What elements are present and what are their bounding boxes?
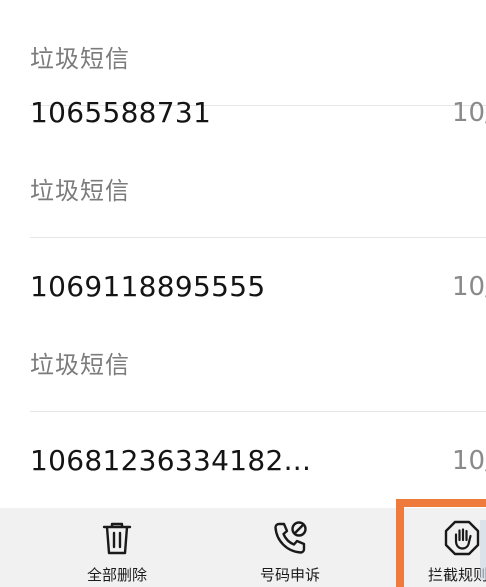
block-rules-label: 拦截规则: [428, 566, 486, 584]
trash-icon: [102, 522, 132, 555]
number-appeal-label: 号码申诉: [259, 566, 320, 584]
message-category: 垃圾短信: [30, 351, 130, 379]
message-date: 10/: [452, 98, 486, 128]
bottom-toolbar: 全部删除 号码申诉 拦截规则: [0, 508, 486, 587]
list-item[interactable]: 1065588731 10/ 垃圾短信: [0, 64, 486, 238]
list-item[interactable]: 10681236334182... 10/: [0, 412, 486, 508]
delete-all-button[interactable]: 全部删除: [52, 508, 182, 587]
scrollbar[interactable]: [480, 520, 486, 580]
hand-stop-icon: [444, 520, 480, 556]
phone-blocked-icon: [274, 521, 307, 554]
blocked-message-list: 垃圾短信 1065588731 10/ 垃圾短信 1069118895555 1…: [0, 0, 486, 508]
message-date: 10/: [452, 272, 486, 302]
sender-number: 10681236334182...: [30, 444, 312, 477]
blocked-messages-screen: 垃圾短信 1065588731 10/ 垃圾短信 1069118895555 1…: [0, 0, 486, 587]
list-item[interactable]: 1069118895555 10/ 垃圾短信: [0, 238, 486, 412]
sender-number: 1065588731: [30, 96, 212, 129]
number-appeal-button[interactable]: 号码申诉: [225, 508, 355, 587]
block-rules-button[interactable]: 拦截规则: [398, 508, 486, 587]
message-category: 垃圾短信: [30, 177, 130, 205]
message-date: 10/: [452, 446, 486, 476]
delete-all-label: 全部删除: [86, 566, 147, 584]
sender-number: 1069118895555: [30, 270, 266, 303]
